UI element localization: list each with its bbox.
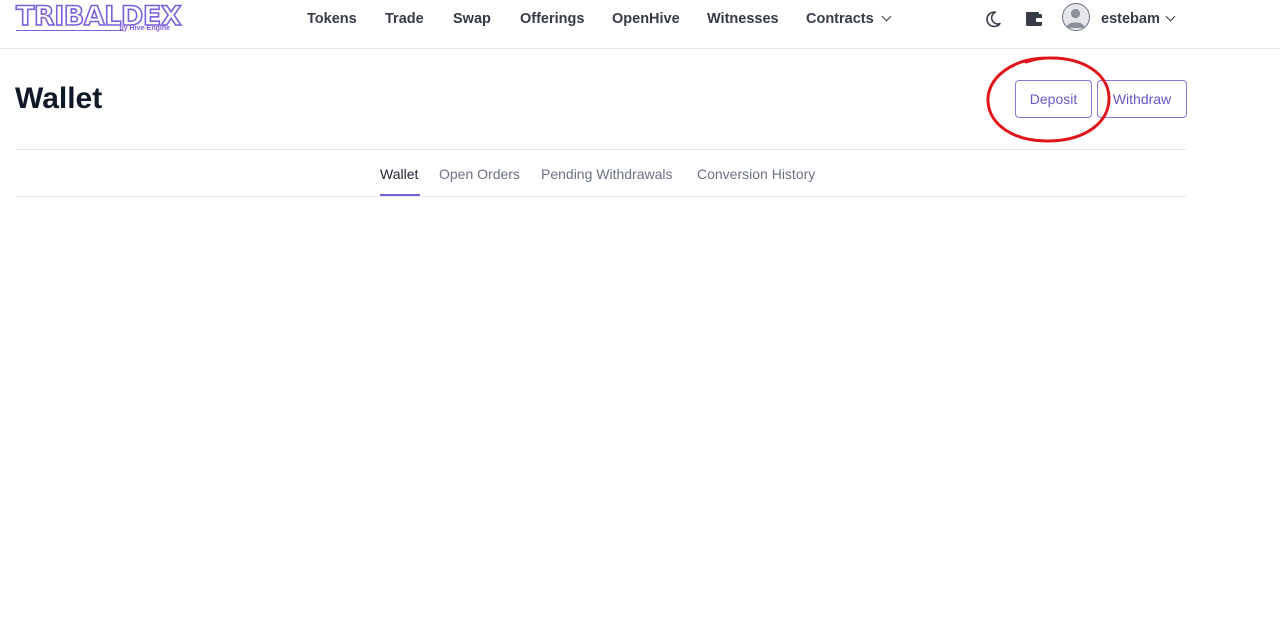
section-divider [16, 149, 1186, 150]
nav-item-swap[interactable]: Swap [453, 10, 491, 28]
tab-pending-withdrawals[interactable]: Pending Withdrawals [541, 165, 673, 183]
tribaldex-logo[interactable]: TRIBALDEX by Hive-Engine [15, 1, 182, 34]
tabs-divider [16, 196, 1186, 197]
user-menu-username[interactable]: estebam [1101, 10, 1160, 28]
top-navigation-bar: TRIBALDEX by Hive-Engine Tokens Trade Sw… [0, 0, 1280, 49]
tab-open-orders[interactable]: Open Orders [439, 165, 520, 183]
withdraw-button[interactable]: Withdraw [1097, 80, 1187, 118]
nav-item-trade[interactable]: Trade [385, 10, 424, 28]
logo-tagline: by Hive-Engine [119, 25, 170, 32]
tab-conversion-history[interactable]: Conversion History [697, 165, 815, 183]
nav-item-openhive[interactable]: OpenHive [612, 10, 680, 28]
nav-item-contracts-label: Contracts [806, 11, 874, 27]
page-title: Wallet [15, 82, 103, 115]
deposit-button[interactable]: Deposit [1015, 80, 1092, 118]
nav-item-tokens[interactable]: Tokens [307, 10, 357, 28]
wallet-icon[interactable] [1023, 8, 1045, 30]
tab-wallet[interactable]: Wallet [380, 165, 418, 183]
chevron-down-icon[interactable] [1165, 11, 1176, 22]
chevron-down-icon [881, 11, 892, 22]
nav-item-contracts[interactable]: Contracts [806, 10, 892, 28]
moon-icon[interactable] [982, 8, 1004, 30]
logo-underline [16, 30, 124, 31]
user-avatar-icon[interactable] [1062, 3, 1090, 31]
nav-item-witnesses[interactable]: Witnesses [707, 10, 779, 28]
nav-item-offerings[interactable]: Offerings [520, 10, 584, 28]
